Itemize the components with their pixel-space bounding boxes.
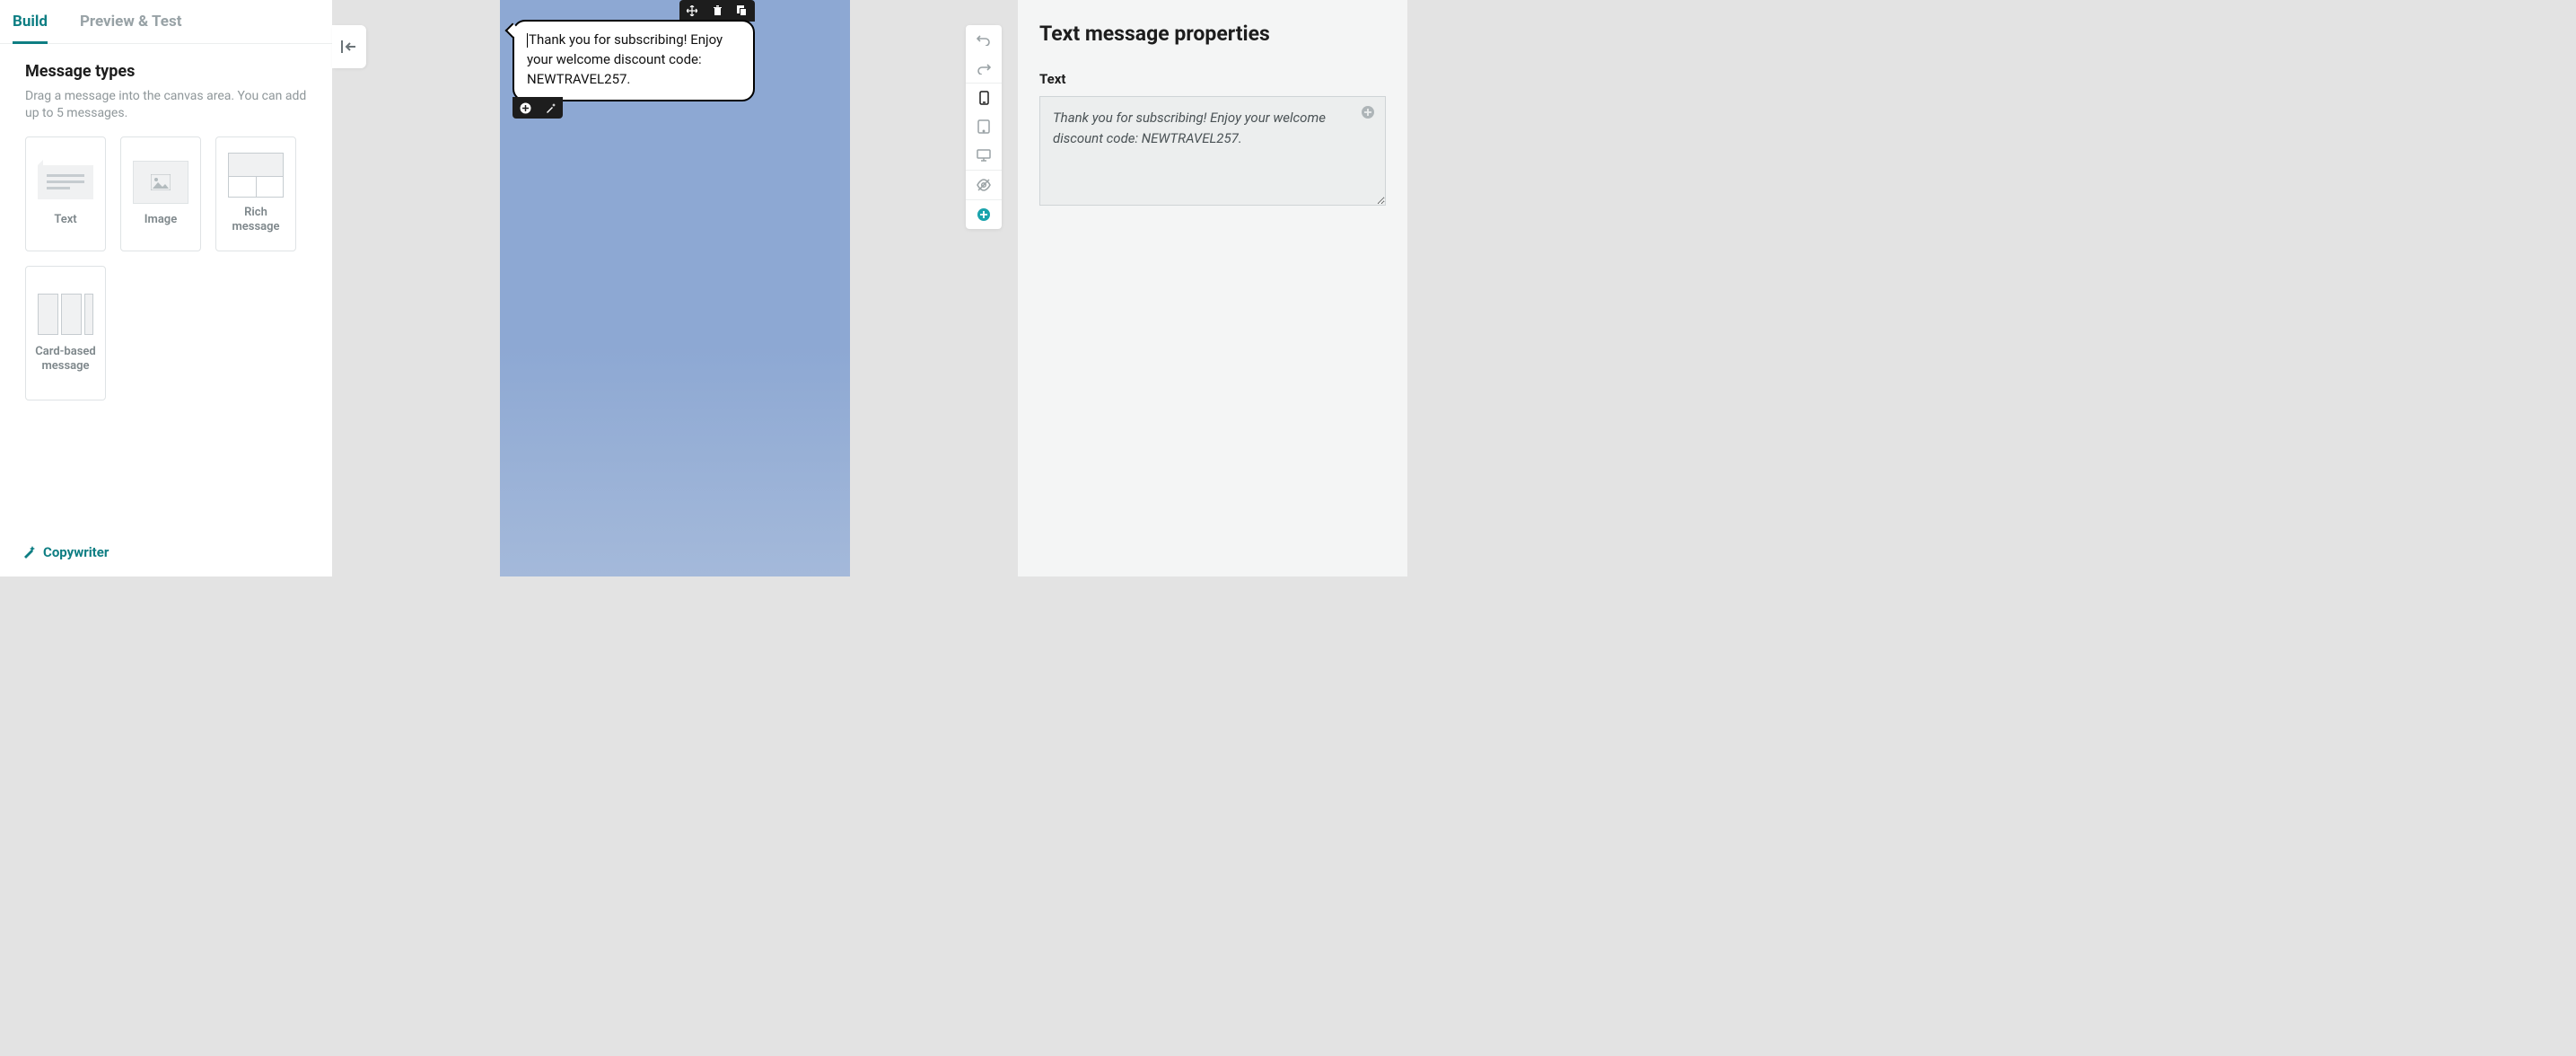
tile-label: Image	[145, 213, 177, 227]
cards-glyph-icon	[38, 293, 93, 336]
tile-label: Text	[54, 213, 76, 227]
section-title: Message types	[25, 62, 307, 81]
tabs: Build Preview & Test	[0, 0, 332, 44]
tile-label: Rich message	[220, 206, 292, 235]
delete-button[interactable]	[705, 0, 730, 22]
desktop-icon	[977, 149, 991, 162]
rich-glyph-icon	[228, 154, 284, 197]
move-icon	[687, 5, 697, 16]
device-tablet-button[interactable]	[966, 112, 1002, 141]
plus-circle-icon	[1361, 105, 1375, 119]
add-element-button[interactable]	[966, 200, 1002, 229]
copywriter-button[interactable]: Copywriter	[0, 532, 332, 576]
tile-text[interactable]: Text	[25, 136, 106, 251]
tile-rich-message[interactable]: Rich message	[215, 136, 296, 251]
tablet-icon	[977, 119, 990, 134]
undo-button[interactable]	[966, 25, 1002, 54]
properties-title: Text message properties	[1039, 22, 1386, 46]
image-glyph-icon	[133, 161, 188, 204]
move-button[interactable]	[679, 0, 705, 22]
text-label: Text	[1039, 71, 1386, 87]
bubble-text: Thank you for subscribing! Enjoy your we…	[527, 31, 723, 87]
phone-preview: Thank you for subscribing! Enjoy your we…	[500, 0, 850, 576]
device-desktop-button[interactable]	[966, 141, 1002, 170]
sidebar-body: Message types Drag a message into the ca…	[0, 44, 332, 532]
trash-icon	[713, 5, 723, 16]
redo-button[interactable]	[966, 54, 1002, 83]
text-input[interactable]	[1039, 96, 1386, 206]
bubble-below-bar	[513, 97, 563, 119]
section-desc: Drag a message into the canvas area. You…	[25, 88, 307, 122]
magic-wand-icon	[22, 545, 36, 559]
message-type-tiles: Text Image Rich message	[25, 136, 307, 400]
insert-variable-button[interactable]	[1361, 105, 1375, 119]
message-bubble-wrap: Thank you for subscribing! Enjoy your we…	[513, 20, 755, 101]
tile-card-based-message[interactable]: Card-based message	[25, 266, 106, 400]
plus-circle-icon	[977, 207, 991, 222]
add-button[interactable]	[513, 97, 538, 119]
text-glyph-icon	[38, 161, 93, 204]
magic-wand-icon	[545, 102, 556, 114]
text-field-wrap	[1039, 96, 1386, 209]
plus-circle-icon	[520, 102, 531, 114]
eye-off-icon	[977, 179, 991, 191]
redo-icon	[977, 62, 991, 75]
mobile-icon	[979, 91, 989, 105]
visibility-toggle-button[interactable]	[966, 171, 1002, 199]
bubble-action-bar	[679, 0, 755, 22]
tab-preview-test[interactable]: Preview & Test	[80, 13, 182, 43]
tile-label: Card-based message	[30, 345, 101, 374]
undo-icon	[977, 33, 991, 46]
canvas-tool-rail	[966, 25, 1002, 229]
tab-build[interactable]: Build	[13, 13, 48, 43]
left-panel: Build Preview & Test Message types Drag …	[0, 0, 332, 576]
duplicate-button[interactable]	[730, 0, 755, 22]
copywriter-label: Copywriter	[43, 544, 109, 560]
properties-panel: Text message properties Text	[1018, 0, 1407, 576]
device-mobile-button[interactable]	[966, 84, 1002, 112]
copy-icon	[737, 5, 748, 16]
text-cursor	[527, 33, 528, 48]
magic-button[interactable]	[538, 97, 563, 119]
canvas-area[interactable]: Thank you for subscribing! Enjoy your we…	[332, 0, 1018, 576]
text-message-bubble[interactable]: Thank you for subscribing! Enjoy your we…	[513, 20, 755, 101]
tile-image[interactable]: Image	[120, 136, 201, 251]
